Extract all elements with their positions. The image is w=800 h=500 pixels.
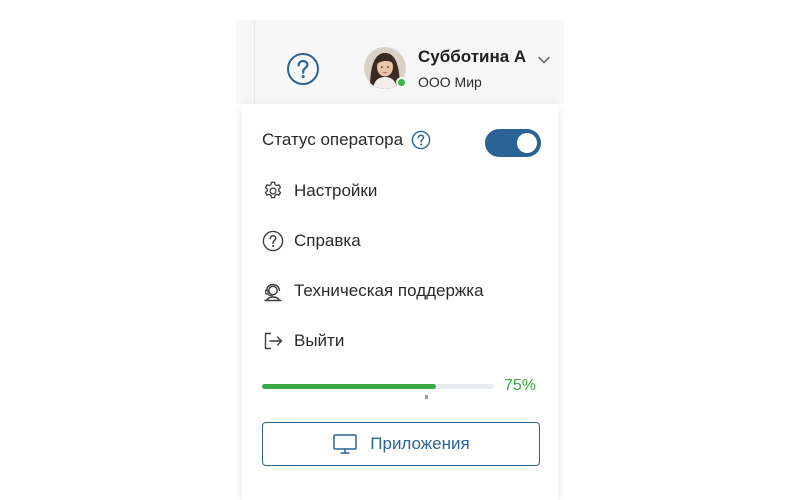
headset-icon [262, 280, 284, 302]
apps-button[interactable]: Приложения [262, 422, 540, 466]
menu-item-logout[interactable]: Выйти [262, 330, 344, 352]
operator-status-toggle[interactable] [485, 129, 541, 157]
progress-percent: 75% [504, 377, 537, 394]
help-button[interactable] [286, 52, 320, 86]
progress-bar-fill [262, 384, 436, 389]
toggle-knob [517, 133, 537, 153]
question-circle-icon [411, 130, 431, 150]
progress-marker [425, 395, 428, 399]
menu-item-label: Справка [294, 231, 361, 250]
menu-item-label: Настройки [294, 181, 378, 200]
logout-icon [262, 330, 284, 352]
menu-item-label: Выйти [294, 331, 345, 350]
question-circle-icon [287, 53, 319, 85]
menu-item-label: Техническая поддержка [294, 281, 484, 300]
user-organization: ООО Мир [418, 74, 482, 90]
question-circle-icon [262, 230, 284, 252]
avatar[interactable] [364, 47, 407, 89]
operator-status-row: Статус оператора [262, 130, 431, 150]
operator-status-help[interactable] [411, 130, 431, 150]
app-stage: Субботина А ООО Мир Статус оператора Нас… [0, 0, 800, 500]
menu-item-settings[interactable]: Настройки [262, 180, 377, 202]
chevron-down-icon [538, 56, 550, 64]
monitor-icon [332, 433, 358, 455]
user-name[interactable]: Субботина А [418, 47, 526, 67]
menu-item-support[interactable]: Техническая поддержка [262, 280, 484, 302]
user-menu-toggle[interactable] [537, 52, 551, 64]
menu-item-help[interactable]: Справка [262, 230, 361, 252]
online-status-dot [396, 77, 407, 88]
header-divider [254, 20, 255, 104]
gear-icon [262, 180, 284, 202]
operator-status-label: Статус оператора [262, 130, 404, 149]
user-dropdown-menu: Статус оператора Настройки Справка Техни… [242, 104, 558, 500]
progress-bar [262, 384, 494, 389]
apps-button-label: Приложения [370, 434, 470, 453]
